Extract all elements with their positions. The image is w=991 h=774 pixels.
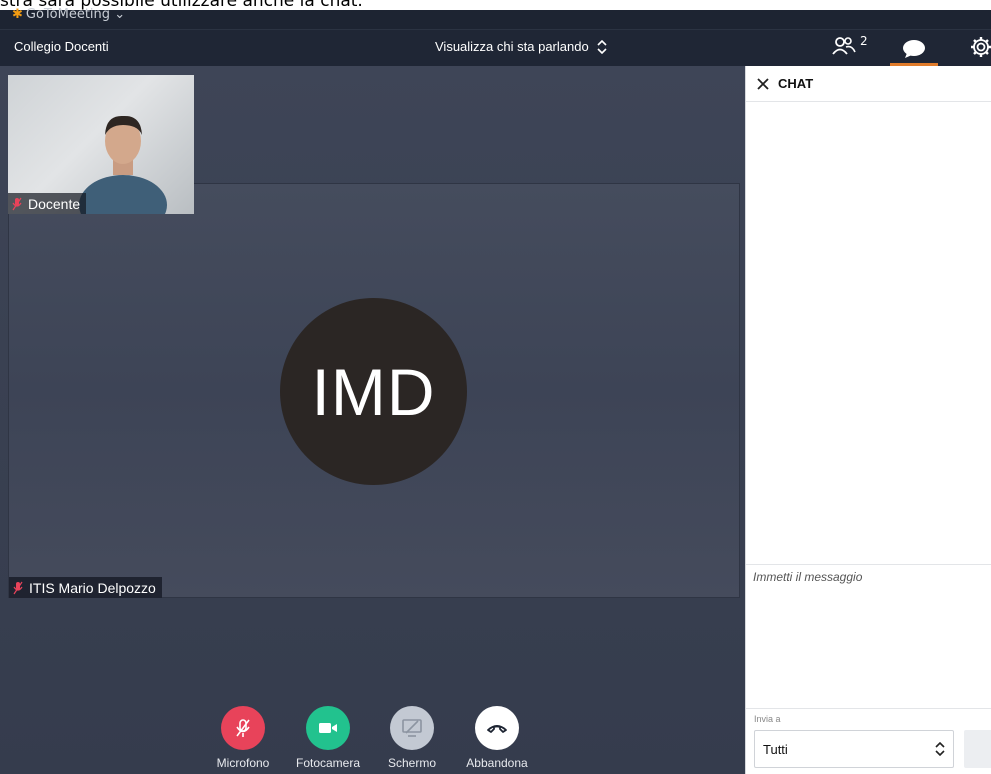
main-video-tile[interactable]: IMD ITIS Mario Delpozzo bbox=[8, 183, 740, 598]
meeting-title: Collegio Docenti bbox=[14, 39, 109, 54]
screen-share-label: Schermo bbox=[387, 756, 437, 770]
app-bar: ✱ GoToMeeting ⌄ bbox=[0, 7, 991, 30]
chat-header: CHAT bbox=[746, 66, 991, 102]
chevron-updown-icon bbox=[597, 39, 607, 54]
video-stage: IMD ITIS Mario Delpozzo Docente Microfon… bbox=[0, 66, 745, 774]
self-name: Docente bbox=[28, 195, 81, 212]
chat-message-input[interactable] bbox=[753, 570, 983, 584]
gear-icon bbox=[971, 37, 991, 57]
mic-off-icon bbox=[236, 719, 250, 737]
video-camera-icon bbox=[319, 723, 337, 733]
people-icon bbox=[832, 37, 856, 55]
self-nametag: Docente bbox=[8, 193, 87, 214]
mic-muted-icon bbox=[13, 581, 23, 594]
send-to-select[interactable]: Tutti bbox=[754, 730, 954, 768]
leave-circle bbox=[475, 706, 519, 750]
leave-label: Abbandona bbox=[466, 756, 528, 770]
send-to-area: Invia a Tutti bbox=[746, 708, 991, 774]
participant-avatar: IMD bbox=[280, 298, 467, 485]
close-icon[interactable] bbox=[756, 77, 770, 91]
logo-caret: ⌄ bbox=[114, 7, 126, 22]
chat-panel: CHAT Invia a Tutti bbox=[745, 66, 991, 774]
chat-bubble-icon bbox=[903, 39, 925, 58]
send-to-label: Invia a bbox=[754, 714, 781, 724]
microphone-circle bbox=[221, 706, 265, 750]
main-participant-nametag: ITIS Mario Delpozzo bbox=[9, 577, 162, 598]
hang-up-phone-icon bbox=[487, 725, 507, 733]
logo-icon: ✱ bbox=[12, 7, 23, 22]
app-logo[interactable]: ✱ GoToMeeting ⌄ bbox=[12, 7, 125, 22]
microphone-label: Microfono bbox=[216, 756, 270, 770]
participants-count: 2 bbox=[860, 34, 868, 48]
view-mode-label: Visualizza chi sta parlando bbox=[435, 39, 589, 54]
screen-share-button[interactable]: Schermo bbox=[372, 706, 452, 770]
camera-label: Fotocamera bbox=[295, 756, 361, 770]
caption-text: stra sarà possibile utilizzare anche la … bbox=[0, 0, 991, 10]
chat-title: CHAT bbox=[778, 76, 814, 91]
screen-share-off-icon bbox=[402, 719, 422, 737]
meeting-window: { "caption": "stra sarà possibile utiliz… bbox=[0, 0, 991, 774]
send-to-value: Tutti bbox=[763, 741, 788, 757]
call-controls: Microfono Fotocamera Schermo Abbandona bbox=[0, 706, 745, 774]
camera-circle bbox=[306, 706, 350, 750]
send-button[interactable] bbox=[964, 730, 991, 768]
participants-button[interactable]: 2 bbox=[832, 34, 868, 56]
main-participant-name: ITIS Mario Delpozzo bbox=[29, 579, 156, 596]
leave-button[interactable]: Abbandona bbox=[457, 706, 537, 770]
chat-toggle-button[interactable] bbox=[890, 34, 938, 66]
camera-button[interactable]: Fotocamera bbox=[288, 706, 368, 770]
self-video-person bbox=[79, 115, 167, 214]
view-mode-selector[interactable]: Visualizza chi sta parlando bbox=[435, 39, 607, 54]
top-bar: Collegio Docenti Visualizza chi sta parl… bbox=[0, 30, 991, 66]
logo-text: GoToMeeting bbox=[25, 7, 111, 22]
chevron-updown-icon bbox=[935, 742, 945, 756]
mic-muted-icon bbox=[12, 197, 22, 210]
self-video-tile[interactable]: Docente bbox=[8, 75, 194, 214]
chat-messages bbox=[746, 102, 991, 565]
screen-share-circle bbox=[390, 706, 434, 750]
settings-button[interactable] bbox=[970, 36, 991, 62]
microphone-button[interactable]: Microfono bbox=[203, 706, 283, 770]
